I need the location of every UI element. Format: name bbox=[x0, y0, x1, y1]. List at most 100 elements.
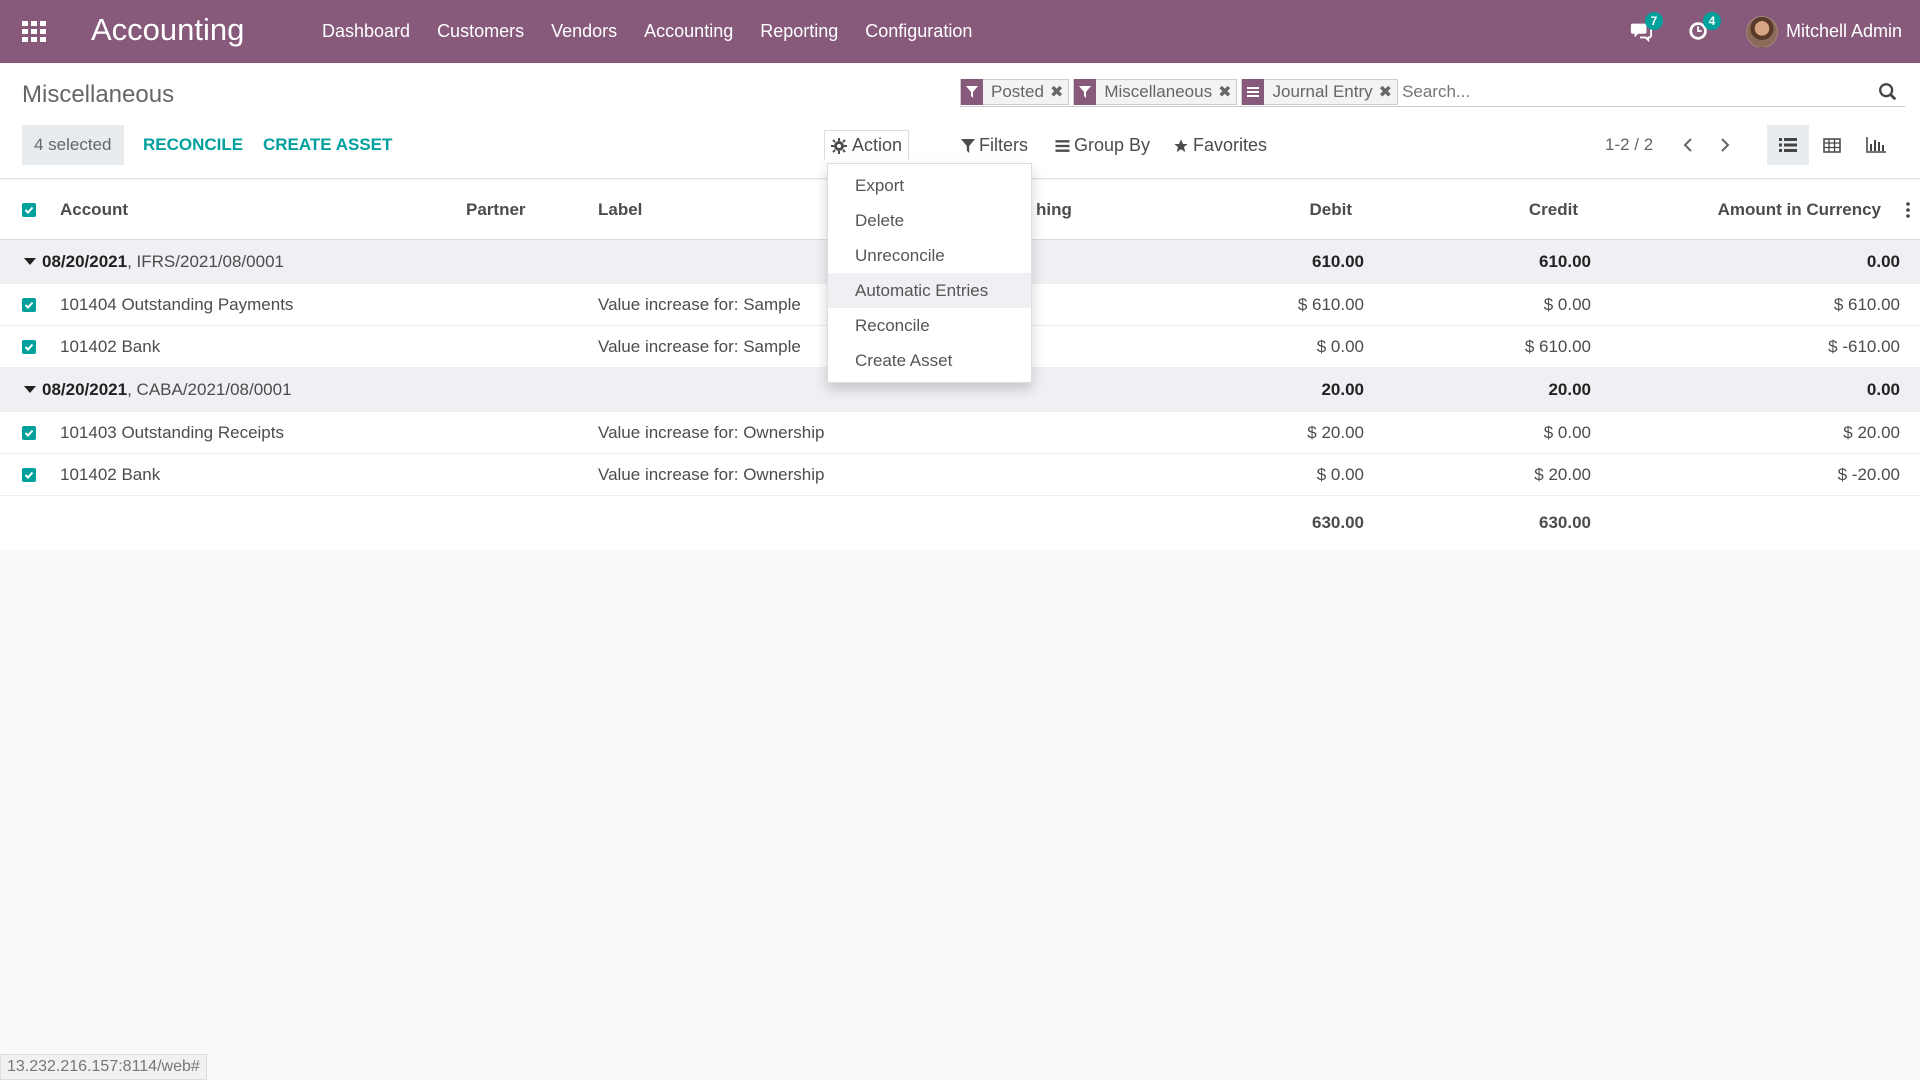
column-matching[interactable]: hing bbox=[1036, 180, 1072, 239]
activities-badge: 4 bbox=[1702, 11, 1721, 30]
caret-down-icon bbox=[24, 386, 36, 393]
optional-columns-icon[interactable] bbox=[1906, 180, 1910, 239]
list-view-button[interactable] bbox=[1767, 125, 1809, 165]
column-partner[interactable]: Partner bbox=[466, 180, 526, 239]
menu-vendors[interactable]: Vendors bbox=[551, 21, 617, 42]
pivot-view-button[interactable] bbox=[1811, 125, 1853, 165]
column-amount-currency[interactable]: Amount in Currency bbox=[1620, 180, 1881, 239]
search-icon[interactable] bbox=[1877, 81, 1899, 103]
app-title: Accounting bbox=[91, 12, 245, 47]
selected-count: 4 selected bbox=[22, 125, 124, 165]
pager-value[interactable]: 1-2 / 2 bbox=[1605, 135, 1653, 155]
menu-configuration[interactable]: Configuration bbox=[865, 21, 972, 42]
browser-status-url: 13.232.216.157:8114/web# bbox=[0, 1054, 207, 1080]
cell-account: 101402 Bank bbox=[60, 464, 161, 484]
column-label[interactable]: Label bbox=[598, 180, 642, 239]
pager-previous-button[interactable] bbox=[1676, 133, 1700, 157]
top-navbar: Accounting Dashboard Customers Vendors A… bbox=[0, 0, 1920, 63]
cell-credit: $ 610.00 bbox=[1524, 336, 1591, 356]
user-name: Mitchell Admin bbox=[1785, 21, 1902, 41]
column-debit[interactable]: Debit bbox=[1200, 180, 1353, 239]
breadcrumb: Miscellaneous bbox=[22, 81, 175, 108]
caret-down-icon bbox=[24, 258, 36, 265]
cell-credit: $ 0.00 bbox=[1543, 422, 1591, 442]
action-dropdown-menu: Export Delete Unreconcile Automatic Entr… bbox=[827, 163, 1032, 383]
facet-miscellaneous: Miscellaneous ✖ bbox=[1073, 78, 1238, 105]
row-checkbox[interactable] bbox=[22, 326, 36, 367]
group-date: 08/20/2021 bbox=[42, 251, 128, 271]
action-dropdown-toggle[interactable]: Action bbox=[824, 130, 910, 160]
graph-view-button[interactable] bbox=[1855, 125, 1897, 165]
facet-remove-icon[interactable]: ✖ bbox=[1218, 82, 1236, 102]
search-input[interactable] bbox=[1402, 81, 1877, 102]
star-icon bbox=[1174, 138, 1188, 152]
chevron-right-icon bbox=[1721, 138, 1730, 152]
menu-item-create-asset[interactable]: Create Asset bbox=[828, 343, 1031, 378]
menu-item-reconcile[interactable]: Reconcile bbox=[828, 308, 1031, 343]
create-asset-button[interactable]: CREATE ASSET bbox=[263, 135, 392, 155]
cell-amount: $ -20.00 bbox=[1837, 464, 1900, 484]
reconcile-button[interactable]: RECONCILE bbox=[143, 135, 243, 155]
group-amount: 0.00 bbox=[1866, 251, 1900, 271]
filter-icon bbox=[961, 78, 983, 105]
chevron-left-icon bbox=[1683, 138, 1692, 152]
list-icon bbox=[1779, 138, 1797, 152]
menu-dashboard[interactable]: Dashboard bbox=[322, 21, 410, 42]
main-menu: Dashboard Customers Vendors Accounting R… bbox=[322, 0, 999, 63]
total-debit: 630.00 bbox=[1312, 513, 1364, 532]
filter-icon bbox=[1074, 78, 1097, 105]
group-header: 08/20/2021 , CABA/2021/08/0001 bbox=[24, 368, 292, 411]
group-amount: 0.00 bbox=[1866, 379, 1900, 399]
facet-remove-icon[interactable]: ✖ bbox=[1050, 82, 1068, 102]
group-by-label: Group By bbox=[1074, 135, 1151, 155]
column-credit[interactable]: Credit bbox=[1400, 180, 1578, 239]
control-panel: Miscellaneous Posted ✖ Miscellaneous ✖ J… bbox=[0, 63, 1920, 179]
cell-account: 101403 Outstanding Receipts bbox=[60, 422, 284, 442]
group-credit: 610.00 bbox=[1539, 251, 1591, 271]
search-bar: Posted ✖ Miscellaneous ✖ Journal Entry ✖ bbox=[960, 77, 1905, 107]
messages-badge: 7 bbox=[1644, 11, 1663, 30]
cell-label: Value increase for: Sample bbox=[598, 336, 801, 356]
menu-reporting[interactable]: Reporting bbox=[760, 21, 838, 42]
row-checkbox[interactable] bbox=[22, 412, 36, 453]
menu-accounting[interactable]: Accounting bbox=[644, 21, 733, 42]
menu-item-automatic-entries[interactable]: Automatic Entries bbox=[828, 273, 1031, 308]
facet-remove-icon[interactable]: ✖ bbox=[1379, 82, 1397, 102]
pager-next-button[interactable] bbox=[1713, 133, 1737, 157]
filters-label: Filters bbox=[979, 135, 1028, 155]
select-all-checkbox[interactable] bbox=[22, 180, 36, 239]
table-row[interactable]: 101403 Outstanding Receipts Value increa… bbox=[0, 412, 1920, 454]
cell-account: 101402 Bank bbox=[60, 336, 161, 356]
column-account[interactable]: Account bbox=[60, 180, 128, 239]
action-label: Action bbox=[852, 135, 903, 155]
user-menu[interactable]: Mitchell Admin bbox=[1745, 15, 1902, 48]
group-reference: , IFRS/2021/08/0001 bbox=[127, 251, 284, 271]
user-avatar bbox=[1745, 15, 1778, 48]
row-checkbox[interactable] bbox=[22, 454, 36, 495]
cell-account: 101404 Outstanding Payments bbox=[60, 294, 294, 314]
filters-dropdown[interactable]: Filters bbox=[961, 135, 1028, 156]
checkbox-checked-icon bbox=[22, 425, 36, 440]
activities-clock-icon[interactable]: 4 bbox=[1688, 11, 1721, 44]
menu-item-delete[interactable]: Delete bbox=[828, 203, 1031, 238]
apps-menu-icon[interactable] bbox=[22, 21, 46, 42]
total-credit: 630.00 bbox=[1539, 513, 1591, 532]
menu-item-export[interactable]: Export bbox=[828, 168, 1031, 203]
group-date: 08/20/2021 bbox=[42, 379, 128, 399]
cell-debit: $ 20.00 bbox=[1307, 422, 1364, 442]
table-row[interactable]: 101402 Bank Value increase for: Ownershi… bbox=[0, 454, 1920, 496]
group-by-dropdown[interactable]: Group By bbox=[1055, 135, 1150, 156]
checkbox-checked-icon bbox=[22, 467, 36, 482]
menu-customers[interactable]: Customers bbox=[437, 21, 524, 42]
menu-item-unreconcile[interactable]: Unreconcile bbox=[828, 238, 1031, 273]
table-icon bbox=[1823, 137, 1841, 153]
facet-journal-entry: Journal Entry ✖ bbox=[1241, 78, 1399, 105]
facet-label: Journal Entry bbox=[1272, 81, 1373, 101]
group-by-icon bbox=[1055, 139, 1070, 152]
row-checkbox[interactable] bbox=[22, 284, 36, 325]
filter-icon bbox=[961, 138, 975, 153]
messages-icon[interactable]: 7 bbox=[1630, 11, 1663, 44]
cell-label: Value increase for: Sample bbox=[598, 294, 801, 314]
cell-debit: $ 0.00 bbox=[1316, 336, 1364, 356]
favorites-dropdown[interactable]: Favorites bbox=[1173, 135, 1267, 156]
